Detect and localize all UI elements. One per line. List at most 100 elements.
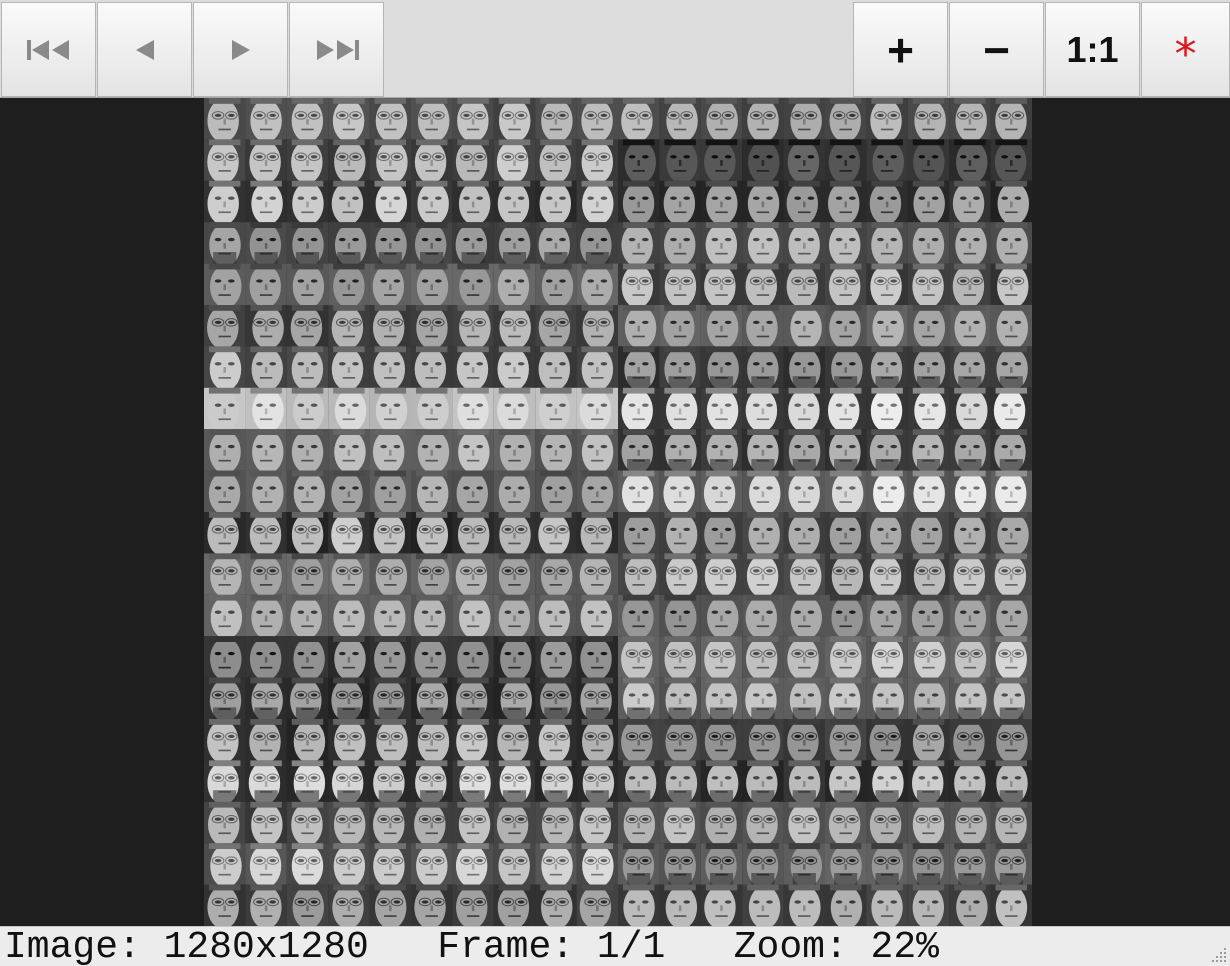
previous-frame-button[interactable]	[97, 2, 192, 97]
face-thumbnail	[204, 636, 246, 681]
face-thumbnail	[866, 884, 908, 926]
face-thumbnail	[659, 843, 701, 888]
face-thumbnail	[286, 139, 329, 184]
actual-size-button[interactable]: 1:1	[1045, 2, 1140, 97]
face-thumbnail	[907, 305, 950, 350]
next-frame-button[interactable]	[193, 2, 288, 97]
face-thumbnail	[411, 884, 453, 926]
face-thumbnail	[411, 636, 453, 681]
face-thumbnail	[949, 512, 991, 557]
face-thumbnail	[990, 387, 1032, 433]
face-thumbnail	[452, 677, 494, 722]
face-thumbnail	[866, 305, 908, 350]
face-thumbnail	[411, 180, 453, 226]
face-thumbnail	[452, 594, 494, 640]
face-thumbnail	[618, 760, 660, 805]
face-thumbnail	[286, 305, 329, 350]
face-thumbnail	[866, 387, 908, 433]
triangle-left-icon	[133, 37, 157, 63]
face-thumbnail	[286, 180, 329, 226]
face-thumbnail	[535, 98, 577, 143]
toolbar: + − 1:1 *	[0, 0, 1230, 98]
face-thumbnail	[907, 636, 950, 681]
face-thumbnail	[866, 594, 908, 640]
face-thumbnail	[742, 180, 784, 226]
face-thumbnail	[328, 346, 370, 391]
face-thumbnail	[990, 346, 1032, 391]
face-thumbnail	[452, 263, 494, 308]
face-thumbnail	[783, 387, 825, 433]
face-thumbnail	[825, 429, 867, 474]
face-thumbnail	[245, 98, 287, 143]
face-thumbnail	[369, 636, 411, 681]
face-thumbnail	[369, 884, 411, 926]
face-thumbnail	[949, 263, 991, 308]
face-thumbnail	[742, 553, 784, 598]
status-bar: Image: 1280x1280 Frame: 1/1 Zoom: 22%	[0, 926, 1230, 966]
face-thumbnail	[245, 760, 287, 805]
zoom-in-button[interactable]: +	[853, 2, 948, 97]
reset-view-button[interactable]: *	[1141, 2, 1230, 97]
face-thumbnail	[825, 387, 867, 433]
zoom-out-button[interactable]: −	[949, 2, 1044, 97]
face-thumbnail	[369, 346, 411, 391]
face-thumbnail	[907, 553, 950, 598]
face-thumbnail	[659, 139, 701, 184]
face-thumbnail	[659, 98, 701, 143]
face-thumbnail	[783, 553, 825, 598]
face-thumbnail	[286, 512, 329, 557]
face-thumbnail	[907, 263, 950, 308]
face-thumbnail	[659, 222, 701, 267]
face-thumbnail	[369, 553, 411, 598]
face-thumbnail	[369, 139, 411, 184]
face-thumbnail	[328, 801, 370, 847]
face-thumbnail	[907, 346, 950, 391]
face-thumbnail	[825, 470, 867, 515]
face-thumbnail	[411, 594, 453, 640]
face-thumbnail	[700, 677, 743, 722]
face-thumbnail	[452, 429, 494, 474]
face-thumbnail	[618, 387, 660, 433]
image-canvas[interactable]	[0, 98, 1230, 926]
face-thumbnail	[907, 429, 950, 474]
face-thumbnail	[907, 387, 950, 433]
face-thumbnail	[700, 801, 743, 847]
resize-grip-icon[interactable]	[1208, 944, 1228, 964]
face-thumbnail	[204, 719, 246, 764]
face-thumbnail	[866, 719, 908, 764]
zoom-in-label: +	[887, 23, 914, 76]
last-frame-button[interactable]	[289, 2, 384, 97]
face-thumbnail	[452, 305, 494, 350]
face-thumbnail	[700, 180, 743, 226]
face-thumbnail	[369, 470, 411, 515]
face-thumbnail	[825, 98, 867, 143]
face-thumbnail	[783, 346, 825, 391]
face-thumbnail	[452, 98, 494, 143]
face-thumbnail	[990, 801, 1032, 847]
face-thumbnail	[990, 222, 1032, 267]
face-thumbnail	[369, 429, 411, 474]
face-thumbnail	[825, 636, 867, 681]
face-thumbnail	[907, 719, 950, 764]
face-thumbnail	[990, 512, 1032, 557]
face-thumbnail	[245, 843, 287, 888]
asterisk-icon: *	[1174, 28, 1197, 80]
face-thumbnail	[990, 305, 1032, 350]
face-thumbnail	[783, 98, 825, 143]
face-thumbnail	[659, 305, 701, 350]
face-thumbnail	[411, 553, 453, 598]
face-thumbnail	[825, 677, 867, 722]
face-thumbnail	[328, 139, 370, 184]
face-thumbnail	[700, 843, 743, 888]
first-frame-button[interactable]	[1, 2, 96, 97]
face-thumbnail	[493, 139, 536, 184]
face-thumbnail	[949, 470, 991, 515]
face-thumbnail	[245, 636, 287, 681]
face-thumbnail	[866, 222, 908, 267]
face-thumbnail	[783, 470, 825, 515]
face-thumbnail	[369, 843, 411, 888]
face-thumbnail	[783, 139, 825, 184]
face-thumbnail	[825, 263, 867, 308]
face-thumbnail	[411, 719, 453, 764]
face-thumbnail	[618, 636, 660, 681]
